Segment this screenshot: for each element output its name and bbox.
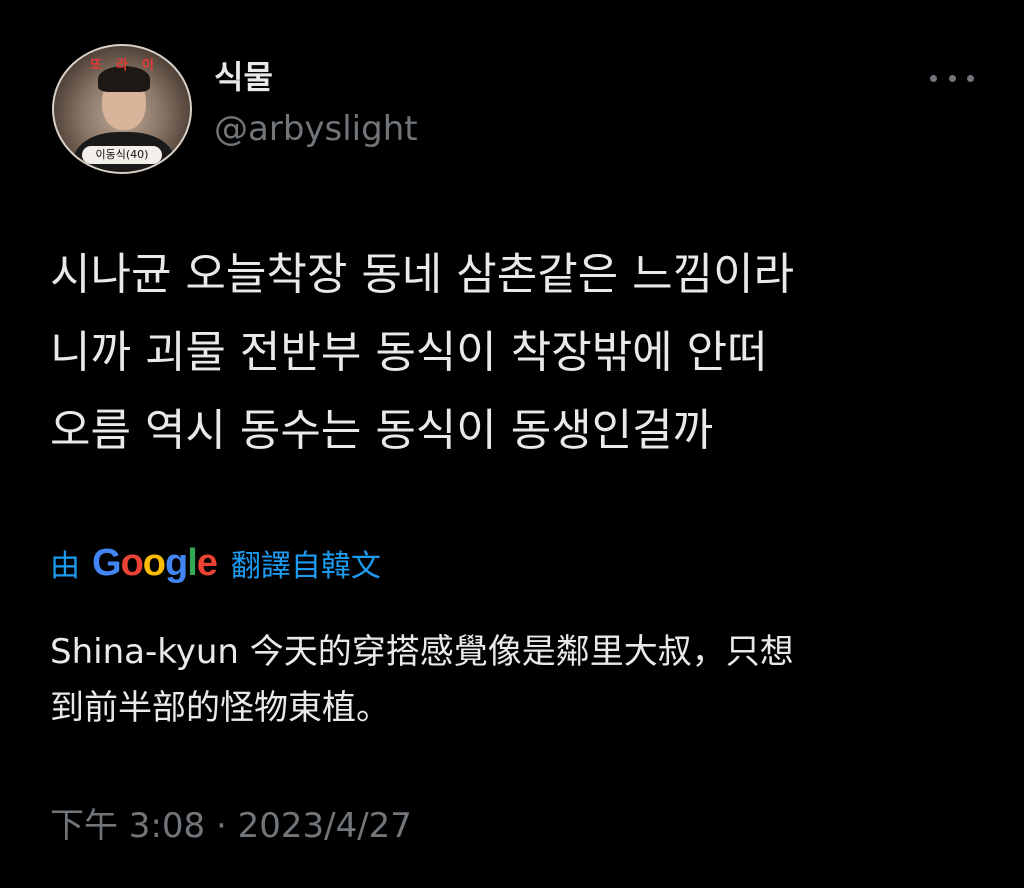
translated-text-line: Shina-kyun 今天的穿搭感覺像是鄰里大叔，只想 [50,632,794,672]
google-logo-letter: e [196,541,218,584]
avatar[interactable]: 또라이 이동식(40) [52,44,192,174]
google-logo-letter: o [120,541,144,584]
tweet-text-line: 시나균 오늘착장 동네 삼촌같은 느낌이라 [50,249,795,300]
tweet-text-line: 오름 역시 동수는 동식이 동생인걸까 [50,405,714,456]
more-horizontal-icon [930,74,937,82]
google-logo-letter: g [165,541,188,584]
google-logo: Google [92,541,218,585]
display-name[interactable]: 식물 [214,58,273,96]
translate-source-language: 翻譯自韓文 [230,549,381,584]
tweet-text: 시나균 오늘착장 동네 삼촌같은 느낌이라 니까 괴물 전반부 동식이 착장밖에… [50,236,1000,470]
translate-attribution[interactable]: 由 Google 翻譯自韓文 [50,540,381,586]
translate-prefix: 由 [50,549,80,584]
google-logo-letter: o [142,541,166,584]
more-horizontal-icon [948,74,956,82]
tweet-timestamp[interactable]: 下午 3:08 · 2023/4/27 [50,804,412,848]
translated-text: Shina-kyun 今天的穿搭感覺像是鄰里大叔，只想 到前半部的怪物東植。 [50,624,990,736]
translated-text-line: 到前半部的怪物東植。 [50,688,390,728]
tweet-text-line: 니까 괴물 전반부 동식이 착장밖에 안떠 [50,327,768,378]
user-handle[interactable]: @arbyslight [214,108,418,150]
google-logo-letter: G [92,541,122,584]
google-logo-letter: l [187,541,198,584]
avatar-top-text: 또라이 [90,58,168,73]
more-horizontal-icon [967,74,974,82]
more-options-button[interactable] [930,64,974,92]
avatar-bottom-label: 이동식(40) [82,146,162,164]
